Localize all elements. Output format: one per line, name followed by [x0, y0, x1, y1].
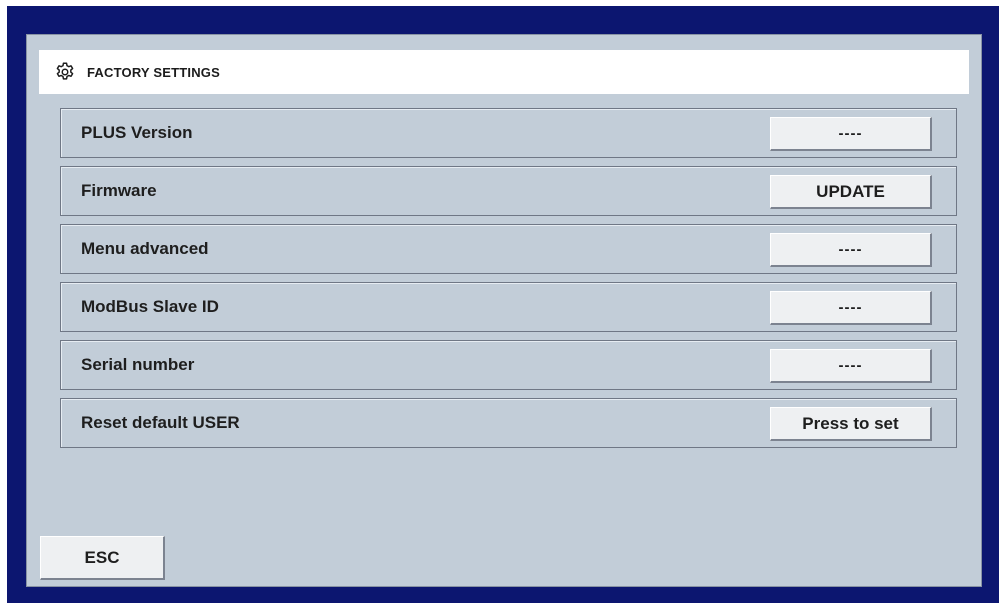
page-title: FACTORY SETTINGS	[87, 64, 220, 80]
modbus-slave-id-button[interactable]: ----	[770, 291, 932, 325]
setting-label: ModBus Slave ID	[81, 297, 219, 316]
setting-row-firmware: Firmware UPDATE	[60, 166, 957, 216]
gear-icon	[54, 61, 76, 83]
setting-label: PLUS Version	[81, 123, 193, 142]
title-bar: FACTORY SETTINGS	[39, 50, 969, 94]
esc-button[interactable]: ESC	[40, 536, 165, 580]
setting-label: Firmware	[81, 181, 157, 200]
setting-label: Menu advanced	[81, 239, 209, 258]
menu-advanced-button[interactable]: ----	[770, 233, 932, 267]
setting-row-menu-advanced: Menu advanced ----	[60, 224, 957, 274]
setting-row-plus-version: PLUS Version ----	[60, 108, 957, 158]
settings-screen: FACTORY SETTINGS PLUS Version ---- Firmw…	[26, 34, 982, 587]
setting-row-modbus-slave-id: ModBus Slave ID ----	[60, 282, 957, 332]
device-frame: FACTORY SETTINGS PLUS Version ---- Firmw…	[7, 6, 999, 603]
setting-row-serial-number: Serial number ----	[60, 340, 957, 390]
setting-row-reset-default-user: Reset default USER Press to set	[60, 398, 957, 448]
setting-label: Serial number	[81, 355, 195, 374]
firmware-update-button[interactable]: UPDATE	[770, 175, 932, 209]
plus-version-button[interactable]: ----	[770, 117, 932, 151]
serial-number-button[interactable]: ----	[770, 349, 932, 383]
setting-label: Reset default USER	[81, 413, 240, 432]
reset-default-user-button[interactable]: Press to set	[770, 407, 932, 441]
